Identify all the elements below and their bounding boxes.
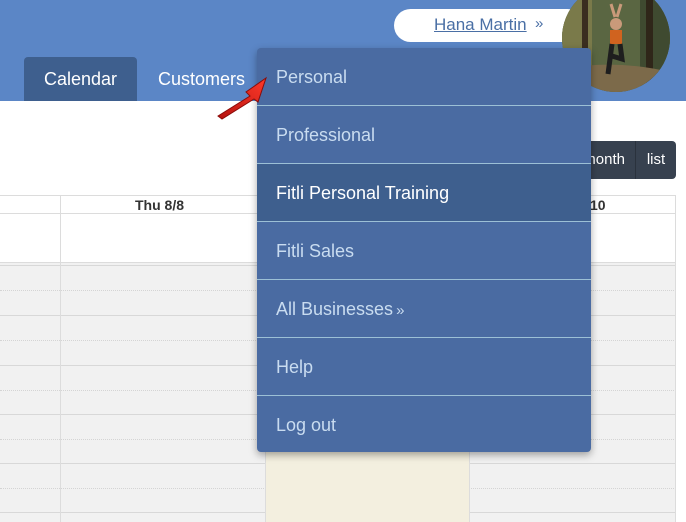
menu-item-personal[interactable]: Personal: [257, 48, 591, 106]
column-divider: [60, 195, 61, 522]
menu-item-professional[interactable]: Professional: [257, 106, 591, 164]
double-chevron-down-icon: »: [535, 15, 544, 32]
double-chevron-right-icon: »: [396, 302, 405, 319]
menu-item-label: Log out: [276, 415, 337, 435]
list-view-button[interactable]: list: [636, 141, 676, 179]
menu-item-label: Help: [276, 357, 314, 377]
user-name-link[interactable]: Hana Martin: [434, 15, 527, 35]
menu-item-label: All Businesses: [276, 299, 394, 319]
user-menu-toggle[interactable]: Hana Martin »: [394, 9, 584, 42]
menu-item-log-out[interactable]: Log out: [257, 396, 591, 452]
menu-item-fitli-sales[interactable]: Fitli Sales: [257, 222, 591, 280]
user-dropdown-menu: Personal Professional Fitli Personal Tra…: [257, 48, 591, 452]
app-page: Calendar Customers Hana Martin » month l: [0, 0, 686, 522]
tab-calendar[interactable]: Calendar: [24, 57, 137, 101]
menu-item-help[interactable]: Help: [257, 338, 591, 396]
menu-item-fitli-personal-training[interactable]: Fitli Personal Training: [257, 164, 591, 222]
menu-item-label: Fitli Sales: [276, 241, 355, 261]
menu-item-label: Professional: [276, 125, 376, 145]
column-header-partial: 10: [590, 197, 606, 213]
menu-item-label: Personal: [276, 67, 348, 87]
menu-item-label: Fitli Personal Training: [276, 183, 450, 203]
annotation-arrow-icon: [217, 76, 267, 120]
column-header-thu: Thu 8/8: [135, 197, 185, 213]
menu-item-all-businesses[interactable]: All Businesses»: [257, 280, 591, 338]
column-divider: [675, 195, 676, 522]
